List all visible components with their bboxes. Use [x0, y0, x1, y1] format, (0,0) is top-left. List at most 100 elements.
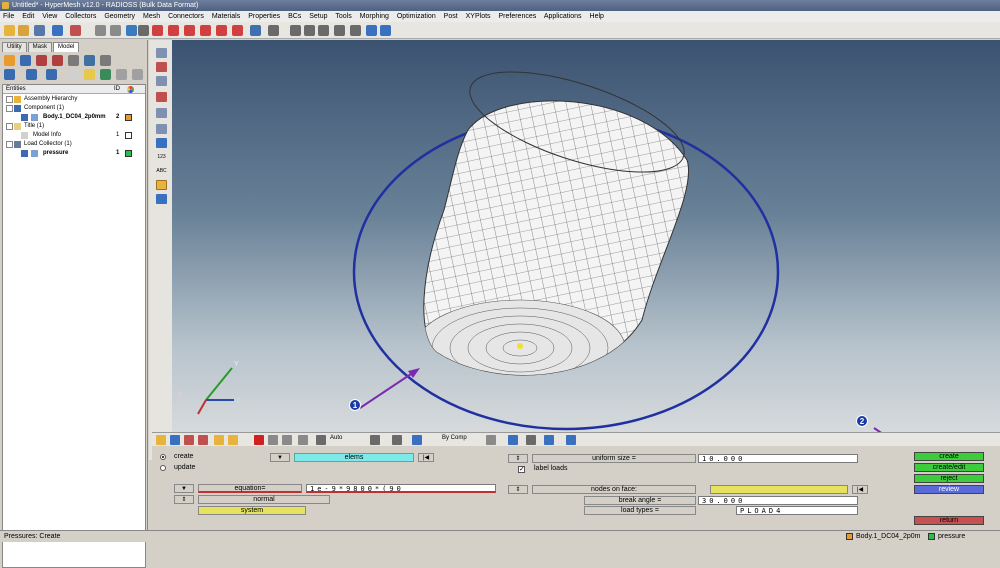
auto-color-icon[interactable] — [316, 435, 326, 445]
fit-icon[interactable] — [268, 25, 279, 36]
material-icon[interactable] — [52, 55, 63, 66]
reject-button[interactable]: reject — [914, 474, 984, 483]
geometry-display-icon[interactable] — [544, 435, 554, 445]
vis-prop-icon[interactable] — [184, 435, 194, 445]
new-model-icon[interactable] — [4, 25, 15, 36]
property-icon[interactable] — [36, 55, 47, 66]
view-icon[interactable] — [126, 25, 137, 36]
system-button[interactable]: system — [198, 506, 306, 515]
feature-lines-icon[interactable] — [526, 435, 536, 445]
menu-applications[interactable]: Applications — [544, 13, 582, 20]
shade-tool-icon[interactable] — [156, 76, 167, 86]
transparency-icon[interactable] — [156, 138, 167, 148]
tab-utility[interactable]: Utility — [2, 42, 27, 52]
find-attached-icon[interactable] — [298, 435, 308, 445]
display-tool-icon[interactable] — [156, 62, 167, 72]
visibility-icon[interactable] — [21, 114, 28, 121]
display-none-icon[interactable] — [26, 69, 37, 80]
menu-properties[interactable]: Properties — [248, 13, 280, 20]
vis-system-icon[interactable] — [228, 435, 238, 445]
unmask-icon[interactable] — [282, 435, 292, 445]
box-tool-icon[interactable] — [156, 194, 167, 204]
display-reverse-icon[interactable] — [46, 69, 57, 80]
visibility-icon[interactable] — [21, 150, 28, 157]
set-icon[interactable] — [100, 55, 111, 66]
system-icon[interactable] — [84, 55, 95, 66]
break-angle-field[interactable]: 30.000 — [698, 496, 858, 505]
find-icon[interactable] — [100, 69, 111, 80]
menu-tools[interactable]: Tools — [335, 13, 351, 20]
center-icon[interactable] — [318, 25, 329, 36]
color-swatch[interactable] — [125, 114, 132, 121]
create-radio[interactable] — [160, 454, 166, 460]
label-abc-active-icon[interactable] — [156, 180, 167, 190]
pan-icon[interactable] — [334, 25, 345, 36]
geom-color-icon[interactable] — [566, 435, 576, 445]
menu-materials[interactable]: Materials — [212, 13, 240, 20]
tree-row-loadcol[interactable]: Load Collector (1) — [3, 140, 147, 149]
menu-connectors[interactable]: Connectors — [168, 13, 204, 20]
menu-xyplots[interactable]: XYPlots — [466, 13, 491, 20]
review-button[interactable]: review — [914, 485, 984, 494]
menu-file[interactable]: File — [3, 13, 14, 20]
graphics-viewport[interactable]: Y Z X Baidu — [172, 40, 1000, 475]
uniform-size-toggle[interactable]: ⇕ — [508, 454, 528, 463]
menu-help[interactable]: Help — [590, 13, 604, 20]
uniform-size-field[interactable]: 10.000 — [698, 454, 858, 463]
tree-row-assembly[interactable]: Assembly Hierarchy — [3, 95, 147, 104]
tab-mask[interactable]: Mask — [27, 42, 53, 52]
view-front-icon[interactable] — [152, 25, 163, 36]
current-comp-label[interactable]: Body.1_DC04_2p0m — [856, 531, 920, 542]
tab-model[interactable]: Model — [53, 42, 80, 52]
load-types-field[interactable]: PLOAD4 — [736, 506, 858, 515]
undo-icon[interactable] — [95, 25, 106, 36]
menu-collectors[interactable]: Collectors — [65, 13, 96, 20]
return-button[interactable]: return — [914, 516, 984, 525]
menu-edit[interactable]: Edit — [22, 13, 34, 20]
collapse-icon[interactable] — [6, 141, 13, 148]
vis-assembly-icon[interactable] — [170, 435, 180, 445]
color-swatch[interactable] — [125, 132, 132, 139]
entity-display-icon[interactable] — [370, 435, 380, 445]
pointer-icon[interactable] — [68, 69, 79, 80]
import-icon[interactable] — [52, 25, 63, 36]
nodes-on-face-toggle[interactable]: ⇕ — [508, 485, 528, 494]
label-loads-checkbox[interactable]: ✓ — [518, 466, 525, 473]
bycomp-label[interactable]: By Comp — [442, 435, 467, 441]
menu-preferences[interactable]: Preferences — [499, 13, 537, 20]
zoom-out-icon[interactable] — [304, 25, 315, 36]
delete-icon[interactable] — [254, 435, 264, 445]
view-iso-icon[interactable] — [200, 25, 211, 36]
menu-bcs[interactable]: BCs — [288, 13, 301, 20]
tree-row-pressure[interactable]: pressure 1 — [3, 149, 147, 158]
reset-selection-button[interactable]: |◀ — [418, 453, 434, 462]
menu-geometry[interactable]: Geometry — [104, 13, 135, 20]
auto-label[interactable]: Auto — [330, 435, 342, 441]
elems-selector[interactable]: elems — [294, 453, 414, 462]
numbers-icon[interactable]: 123 — [156, 152, 167, 162]
update-radio[interactable] — [160, 465, 166, 471]
filter-icon[interactable] — [84, 69, 95, 80]
menu-post[interactable]: Post — [444, 13, 458, 20]
bycomp-icon[interactable] — [412, 435, 422, 445]
normal-toggle[interactable]: ⇕ — [174, 495, 194, 504]
vis-load-icon[interactable] — [214, 435, 224, 445]
menu-morphing[interactable]: Morphing — [360, 13, 389, 20]
create-edit-button[interactable]: create/edit — [914, 463, 984, 472]
entity-type-toggle[interactable]: ▼ — [270, 453, 290, 462]
equation-toggle[interactable]: ▼ — [174, 484, 194, 493]
wire-tool-icon[interactable] — [156, 108, 167, 118]
color-swatch[interactable] — [125, 150, 132, 157]
mesh-tool-icon[interactable] — [156, 92, 167, 102]
normal-button[interactable]: normal — [198, 495, 330, 504]
loadcol-icon[interactable] — [68, 55, 79, 66]
uniform-size-button[interactable]: uniform size = — [532, 454, 696, 463]
display-all-icon[interactable] — [4, 69, 15, 80]
rotate-view-icon[interactable] — [350, 25, 361, 36]
tree-row-body[interactable]: Body.1_DC04_2p0mm 2 — [3, 113, 147, 122]
vis-mat-icon[interactable] — [198, 435, 208, 445]
menu-mesh[interactable]: Mesh — [143, 13, 160, 20]
view-top-icon[interactable] — [168, 25, 179, 36]
break-angle-button[interactable]: break angle = — [584, 496, 696, 505]
label-abc-icon[interactable]: ABC — [156, 166, 167, 176]
